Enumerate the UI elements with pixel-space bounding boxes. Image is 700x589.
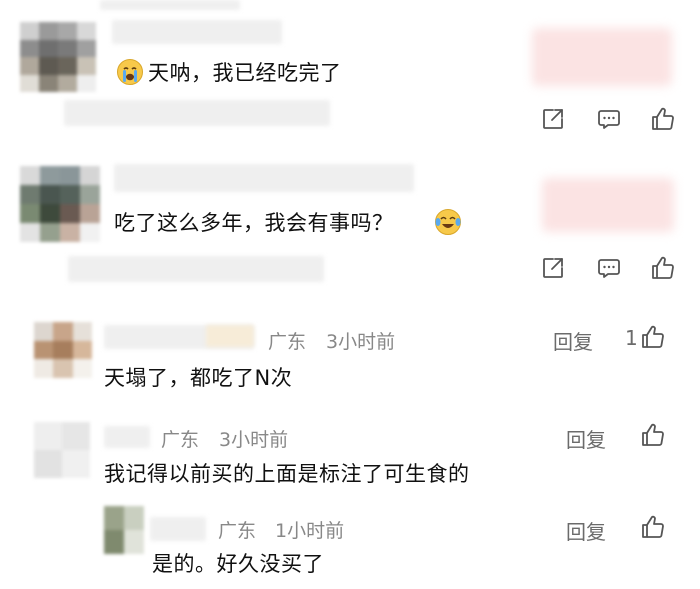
- share-icon[interactable]: [540, 106, 566, 132]
- reply-location: 广东: [218, 520, 257, 542]
- blurred-line: [64, 100, 330, 126]
- username-blurred[interactable]: [112, 20, 282, 44]
- reply-time: 3小时前: [219, 429, 289, 451]
- blurred-badge: [206, 325, 254, 347]
- reply-time: 3小时前: [326, 331, 396, 353]
- reply-button[interactable]: 回复: [553, 326, 593, 355]
- username-blurred[interactable]: [150, 517, 206, 541]
- reply-button[interactable]: 回复: [566, 424, 606, 453]
- thumbs-up-icon[interactable]: [640, 422, 666, 448]
- comment-text: 天呐，我已经吃完了: [148, 61, 342, 85]
- avatar[interactable]: [34, 322, 92, 378]
- reply-text: 我记得以前买的上面是标注了可生食的: [104, 462, 470, 486]
- blurred-line: [68, 256, 324, 282]
- reply-button[interactable]: 回复: [566, 516, 606, 545]
- comment-bubble-icon[interactable]: [596, 106, 622, 132]
- thumbs-up-icon[interactable]: [640, 514, 666, 540]
- share-icon[interactable]: [540, 255, 566, 281]
- thumbs-up-icon[interactable]: [650, 255, 676, 281]
- reply-text: 天塌了，都吃了N次: [104, 366, 293, 390]
- reply-text: 是的。好久没买了: [152, 552, 324, 576]
- crying-face-icon: [116, 58, 144, 86]
- blurred-badge: [532, 28, 672, 86]
- like-count: 1: [625, 326, 638, 350]
- reply-location: 广东: [161, 429, 200, 451]
- thumbs-up-icon[interactable]: [640, 324, 666, 350]
- thumbs-up-icon[interactable]: [650, 106, 676, 132]
- username-blurred[interactable]: [104, 426, 150, 448]
- comment-text: 吃了这么多年，我会有事吗？: [114, 211, 394, 235]
- avatar[interactable]: [20, 22, 96, 92]
- comment-bubble-icon[interactable]: [596, 255, 622, 281]
- avatar[interactable]: [20, 166, 100, 242]
- reply-location: 广东: [268, 331, 307, 353]
- top-blurred-bar: [100, 0, 240, 10]
- blurred-badge: [542, 178, 674, 232]
- crying-laughing-face-icon: [434, 208, 462, 236]
- avatar[interactable]: [34, 422, 90, 478]
- username-blurred[interactable]: [114, 164, 414, 192]
- reply-time: 1小时前: [275, 520, 345, 542]
- avatar[interactable]: [104, 506, 144, 554]
